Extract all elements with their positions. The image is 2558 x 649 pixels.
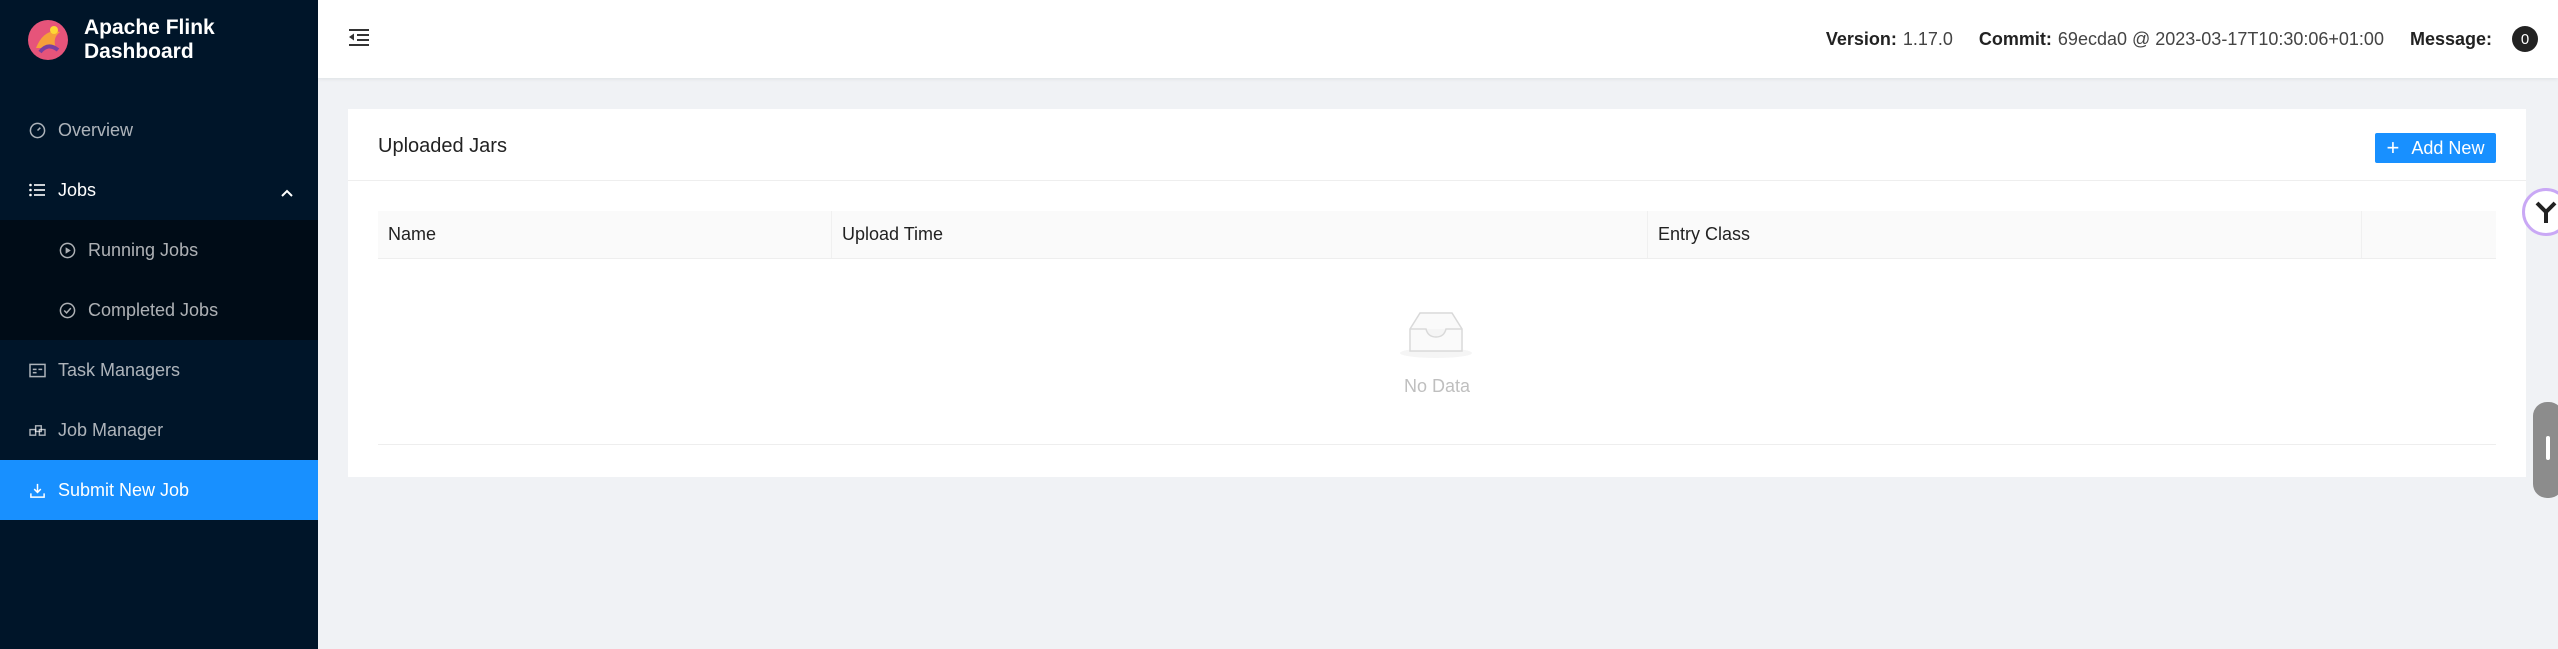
upload-icon [28,481,46,499]
schedule-icon [28,361,46,379]
column-header-actions [2362,211,2496,258]
card-header: Uploaded Jars + Add New [348,109,2526,181]
top-header: Version: 1.17.0 Commit: 69ecda0 @ 2023-0… [318,0,2558,78]
version-label: Version: [1825,28,1897,49]
empty-text: No Data [1403,376,1471,396]
chevron-up-icon [280,182,294,203]
play-circle-icon [58,241,76,259]
sidebar-item-label: Submit New Job [58,479,190,500]
column-header-entry-class[interactable]: Entry Class [1648,211,2362,258]
column-header-upload-time[interactable]: Upload Time [832,211,1648,258]
check-circle-icon [58,301,76,319]
jobs-submenu: Running Jobs Completed Jobs [0,220,318,340]
table-empty-state: No Data [378,259,2496,445]
message-count-badge[interactable]: 0 [2512,26,2538,52]
sidebar-item-label: Overview [58,119,134,140]
menu-fold-icon[interactable] [348,26,370,48]
sidebar-item-label: Running Jobs [88,239,199,260]
logo-row[interactable]: Apache Flink Dashboard [0,0,318,80]
sidebar-item-jobs[interactable]: Jobs [0,160,318,220]
add-new-button[interactable]: + Add New [2375,133,2496,163]
sidebar-item-task-managers[interactable]: Task Managers [0,340,318,400]
sidebar-item-submit-new-job[interactable]: Submit New Job [0,460,318,520]
sidebar-item-running-jobs[interactable]: Running Jobs [0,220,318,280]
uploaded-jars-card: Uploaded Jars + Add New Name Upload Time… [348,109,2526,477]
sidebar-item-overview[interactable]: Overview [0,100,318,160]
column-header-name[interactable]: Name [378,211,832,258]
header-info: Version: 1.17.0 Commit: 69ecda0 @ 2023-0… [1826,0,2558,78]
commit-label: Commit: [1978,28,2052,49]
message-label: Message: [2409,28,2492,49]
sidebar-item-label: Job Manager [58,419,164,440]
commit-value: 69ecda0 @ 2023-03-17T10:30:06+01:00 [2057,28,2384,49]
card-title: Uploaded Jars [378,135,507,157]
side-drawer-handle[interactable] [2533,402,2558,498]
sidebar-item-label: Completed Jobs [88,299,219,320]
sidebar-menu: Overview Jobs Running Jobs Completed Job… [0,100,318,520]
plus-icon: + [2386,135,2400,160]
inbox-empty-icon [1396,307,1476,359]
sidebar: Apache Flink Dashboard Overview Jobs Run… [0,0,318,649]
version-value: 1.17.0 [1902,28,1953,49]
sidebar-item-label: Task Managers [58,359,181,380]
dashboard-icon [28,121,46,139]
flink-logo-icon [26,18,70,62]
app-title: Apache Flink Dashboard [84,16,215,63]
sidebar-item-completed-jobs[interactable]: Completed Jobs [0,280,318,340]
table-header: Name Upload Time Entry Class [378,211,2496,259]
cluster-icon [28,421,46,439]
jars-table: Name Upload Time Entry Class No Data [378,211,2496,445]
assistant-float-icon[interactable] [2522,188,2558,236]
sidebar-item-label: Jobs [58,179,97,200]
add-new-label: Add New [2411,137,2485,158]
list-icon [28,181,46,199]
sidebar-item-job-manager[interactable]: Job Manager [0,400,318,460]
